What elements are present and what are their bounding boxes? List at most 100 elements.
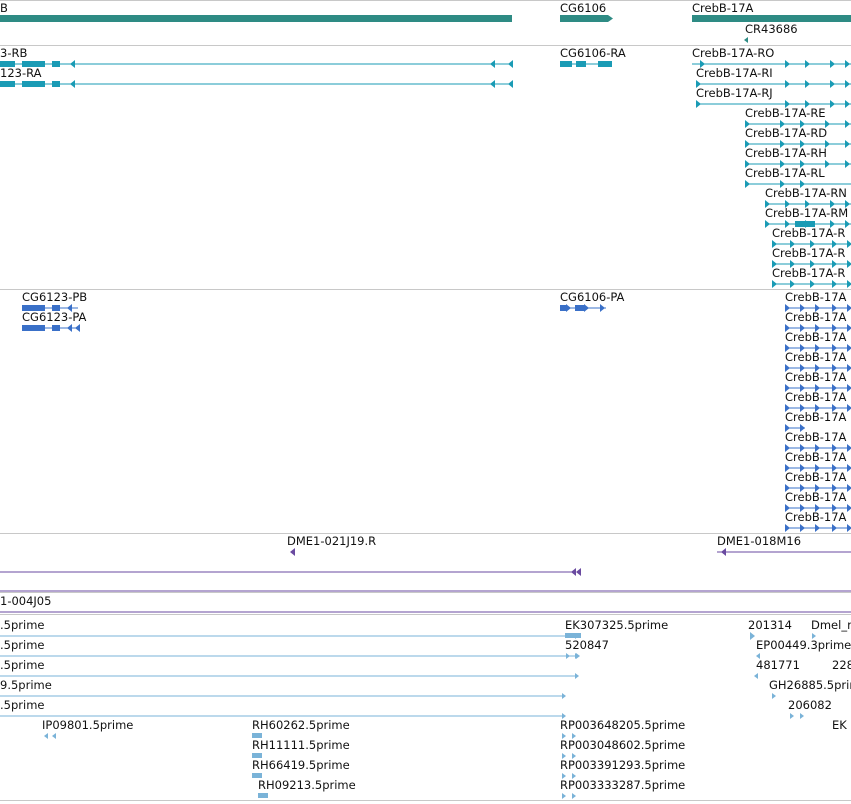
strand-forward-icon — [800, 524, 805, 532]
est-label[interactable]: RP003048602.5prime — [560, 738, 685, 752]
strand-forward-icon — [847, 260, 851, 268]
est-label[interactable]: .5prime — [0, 638, 44, 652]
protein-track[interactable]: CG6123-PB CG6123-PA CG6106-PA CrebB-17A Creb… — [22, 290, 851, 532]
transcript-ra-exon[interactable] — [52, 81, 60, 87]
strand-forward-icon — [800, 713, 804, 719]
transcript-label[interactable]: CrebB-17A-RN — [765, 186, 847, 200]
bac-label[interactable]: DME1-021J19.R — [287, 534, 376, 548]
est-block[interactable] — [258, 793, 268, 798]
transcript-label[interactable]: CrebB-17A-R — [772, 266, 845, 280]
est-label[interactable]: RH60262.5prime — [252, 718, 350, 732]
strand-reverse-icon — [490, 60, 495, 68]
transcript-label[interactable]: CrebB-17A-RL — [745, 166, 825, 180]
protein-label[interactable]: CrebB-17A — [785, 410, 847, 424]
protein-label[interactable]: CG6106-PA — [560, 290, 625, 304]
protein-label[interactable]: CrebB-17A — [785, 310, 847, 324]
est-label[interactable]: RH09213.5prime — [258, 778, 356, 792]
protein-label[interactable]: CrebB-17A — [785, 330, 847, 344]
transcript-label[interactable]: CrebB-17A-RM — [765, 206, 848, 220]
protein-cg6106-pa-exon[interactable] — [575, 305, 584, 311]
est-label[interactable]: .5prime — [0, 618, 44, 632]
transcript-label[interactable]: CrebB-17A-RJ — [696, 86, 773, 100]
protein-label[interactable]: CrebB-17A — [785, 370, 847, 384]
strand-reverse-icon — [744, 37, 748, 43]
strand-forward-icon — [600, 304, 605, 312]
gene-label[interactable]: CR43686 — [745, 22, 798, 36]
bac-label[interactable]: DME1-018M16 — [717, 534, 801, 548]
strand-forward-icon — [845, 160, 850, 168]
strand-reverse-icon — [70, 80, 75, 88]
transcript-cg6106-ra-exon[interactable] — [598, 61, 612, 67]
transcript-ra-exon[interactable] — [22, 81, 45, 87]
gene-label[interactable]: CrebB-17A — [692, 1, 754, 15]
est-label[interactable]: .5prime — [0, 658, 44, 672]
transcript-label[interactable]: CrebB-17A-RI — [696, 66, 773, 80]
est-label[interactable]: EP00449.3prime — [756, 638, 851, 652]
est-label[interactable]: 481771 — [756, 658, 800, 672]
gene-bar[interactable] — [692, 15, 851, 22]
protein-label[interactable]: CrebB-17A — [785, 450, 847, 464]
transcript-label[interactable]: CrebB-17A-RE — [745, 106, 826, 120]
protein-cg6123-pa-exon[interactable] — [22, 325, 45, 331]
est-label[interactable]: IP09801.5prime — [42, 718, 133, 732]
transcript-label[interactable]: CrebB-17A-R — [772, 246, 845, 260]
transcript-label[interactable]: CrebB-17A-RD — [745, 126, 827, 140]
est-label[interactable]: RH11111.5prime — [252, 738, 350, 752]
track-canvas[interactable]: B CG6106 CrebB-17A CR43686 3-RB 123-RA CG6106… — [0, 0, 851, 801]
protein-cg6123-pa-exon[interactable] — [52, 325, 60, 331]
protein-label[interactable]: CrebB-17A — [785, 490, 847, 504]
est-label[interactable]: 9.5prime — [0, 678, 52, 692]
est-label[interactable]: EK307325.5prime — [565, 618, 668, 632]
transcript-cg6106-ra-exon[interactable] — [576, 61, 586, 67]
est-label[interactable]: RH66419.5prime — [252, 758, 350, 772]
est-label[interactable]: .5prime — [0, 698, 44, 712]
est-label[interactable]: RP003648205.5prime — [560, 718, 685, 732]
protein-label[interactable]: CrebB-17A — [785, 290, 847, 304]
transcript-label[interactable]: CrebB-17A-R — [772, 226, 845, 240]
est-label[interactable]: Dmel_r — [811, 618, 851, 632]
transcript-label[interactable]: 123-RA — [0, 66, 42, 80]
track-dividers — [0, 0, 851, 801]
strand-reverse-icon — [290, 548, 295, 556]
transcript-track[interactable]: 3-RB 123-RA CG6106-RA CrebB-17A-RO CrebB-17A… — [0, 46, 851, 288]
gene-label[interactable]: B — [0, 1, 8, 15]
est-label[interactable]: 228 — [832, 658, 851, 672]
gene-bar[interactable] — [0, 15, 512, 22]
gene-bar[interactable] — [560, 15, 613, 22]
gene-label[interactable]: CG6106 — [560, 1, 606, 15]
transcript-label[interactable]: CG6106-RA — [560, 46, 626, 60]
transcript-label[interactable]: 3-RB — [0, 46, 27, 60]
transcript-label[interactable]: CrebB-17A-RH — [745, 146, 827, 160]
strand-forward-icon — [832, 280, 837, 288]
est-track[interactable]: .5prime .5prime .5prime 9.5prime .5prime EK30… — [0, 618, 851, 799]
transcript-ra-exon[interactable] — [0, 81, 15, 87]
transcript-label[interactable]: CrebB-17A-RO — [692, 46, 774, 60]
est-label[interactable]: 201314 — [748, 618, 792, 632]
est-label[interactable]: GH26885.5prime — [769, 678, 851, 692]
bac-label[interactable]: 1-004J05 — [0, 594, 51, 608]
strand-forward-icon — [830, 60, 835, 68]
strand-forward-icon — [785, 60, 790, 68]
est-label[interactable]: 206082 — [788, 698, 832, 712]
protein-label[interactable]: CrebB-17A — [785, 510, 847, 524]
est-label[interactable]: RP003333287.5prime — [560, 778, 685, 792]
est-label[interactable]: EK — [832, 718, 847, 732]
strand-forward-icon — [576, 653, 580, 659]
transcript-rb-exon[interactable] — [52, 61, 60, 67]
strand-forward-icon — [790, 280, 795, 288]
protein-label[interactable]: CrebB-17A — [785, 430, 847, 444]
protein-label[interactable]: CG6123-PB — [22, 290, 87, 304]
transcript-cg6106-ra-exon[interactable] — [560, 61, 572, 67]
protein-label[interactable]: CrebB-17A — [785, 350, 847, 364]
protein-label[interactable]: CrebB-17A — [785, 390, 847, 404]
est-label[interactable]: 520847 — [565, 638, 609, 652]
strand-forward-icon — [765, 220, 770, 228]
protein-cg6106-pa-exon[interactable] — [560, 305, 566, 311]
genome-browser-view[interactable]: B CG6106 CrebB-17A CR43686 3-RB 123-RA CG6106… — [0, 0, 851, 801]
protein-label[interactable]: CrebB-17A — [785, 470, 847, 484]
protein-label[interactable]: CG6123-PA — [22, 310, 87, 324]
gene-track[interactable]: B CG6106 CrebB-17A CR43686 — [0, 1, 851, 43]
bac-track[interactable]: DME1-021J19.R DME1-018M16 1-004J05 — [0, 534, 851, 613]
est-label[interactable]: RP003391293.5prime — [560, 758, 685, 772]
strand-forward-icon — [584, 304, 589, 312]
